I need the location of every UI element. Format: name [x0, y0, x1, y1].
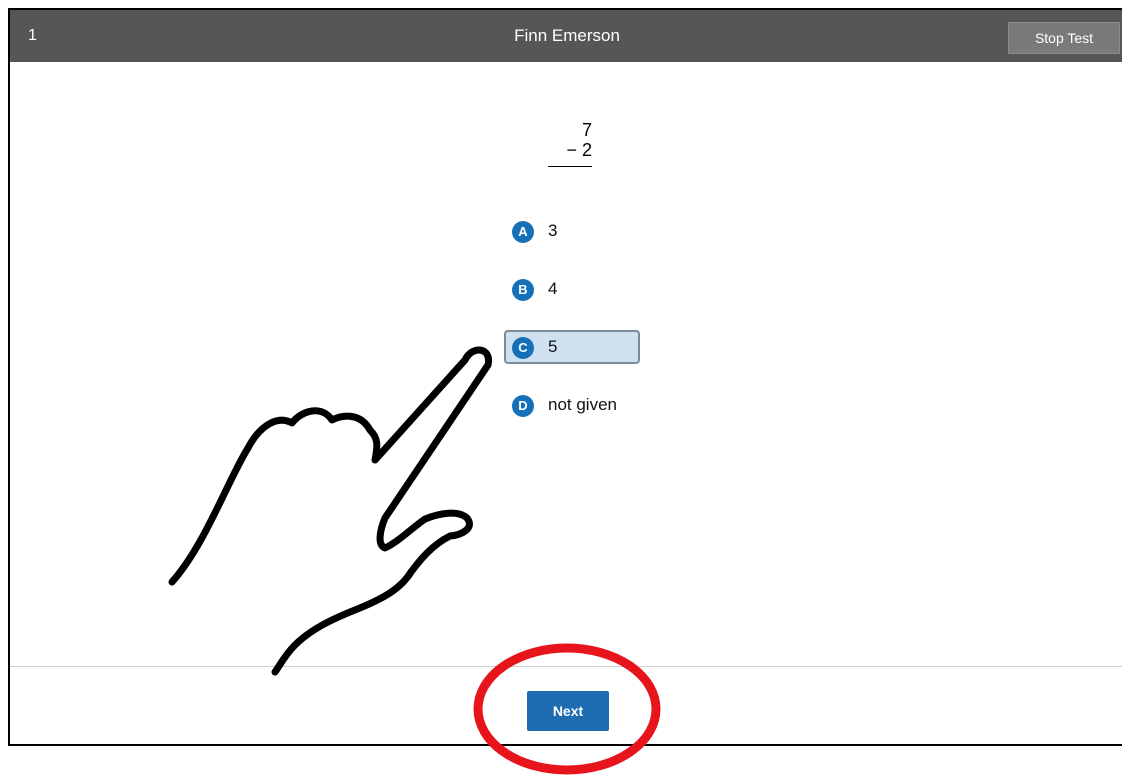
student-name: Finn Emerson	[514, 26, 620, 45]
problem-underline	[548, 166, 592, 167]
choice-d-text: not given	[548, 395, 617, 414]
next-button[interactable]: Next	[527, 691, 609, 731]
choice-d[interactable]: D not given	[504, 388, 640, 422]
header-bar: 1 Finn Emerson Stop Test	[10, 10, 1122, 62]
choice-a-badge: A	[512, 221, 534, 243]
test-window: 1 Finn Emerson Stop Test 7 − 2 A 3 B 4 C…	[8, 8, 1122, 746]
choice-a[interactable]: A 3	[504, 214, 640, 248]
problem-minuend: 7	[581, 120, 592, 140]
subtraction-problem: 7 − 2	[548, 120, 592, 167]
choice-c[interactable]: C 5	[504, 330, 640, 364]
choice-b-badge: B	[512, 279, 534, 301]
choice-b[interactable]: B 4	[504, 272, 640, 306]
choice-c-text: 5	[548, 337, 558, 356]
choice-b-text: 4	[548, 279, 558, 298]
choice-c-badge: C	[512, 337, 534, 359]
choice-a-text: 3	[548, 221, 558, 240]
choice-d-badge: D	[512, 395, 534, 417]
problem-subtrahend: − 2	[566, 140, 592, 160]
footer-divider	[10, 666, 1122, 667]
stop-test-button[interactable]: Stop Test	[1008, 22, 1120, 54]
